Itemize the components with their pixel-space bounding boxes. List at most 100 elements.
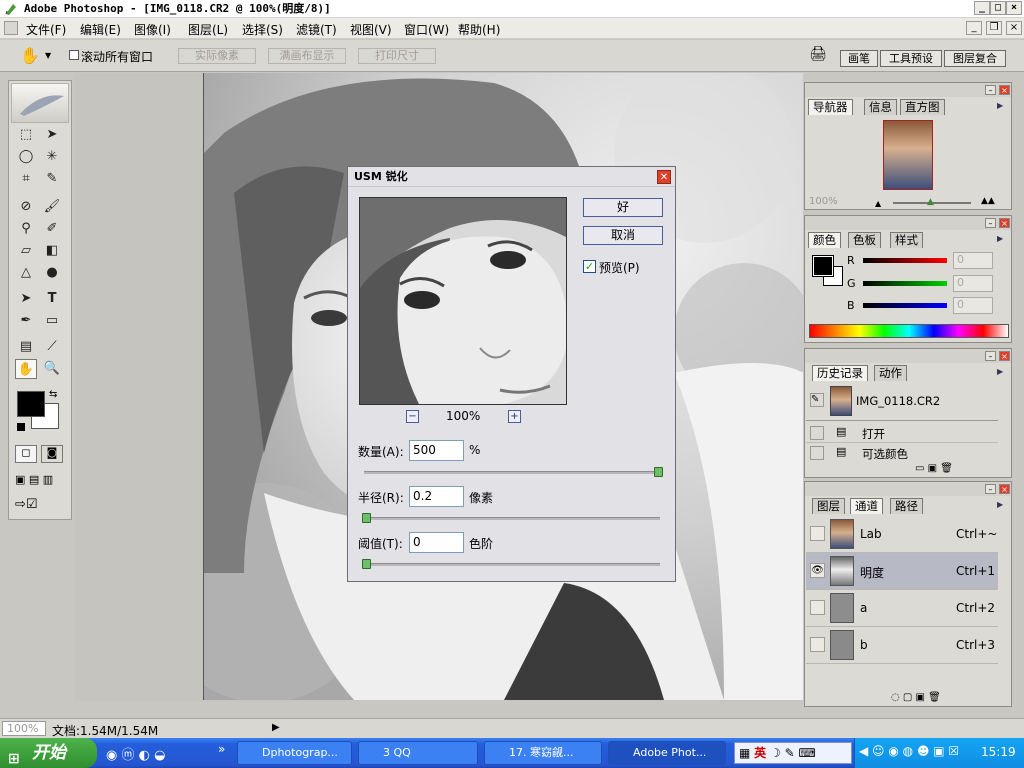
- quick-mask-mode-icon[interactable]: ◙: [41, 445, 63, 463]
- color-spectrum-bar[interactable]: [809, 324, 1009, 338]
- eraser-tool-icon[interactable]: ▱: [15, 241, 37, 261]
- r-value-field[interactable]: 0: [953, 252, 993, 269]
- menu-filter[interactable]: 滤镜(T): [296, 21, 337, 38]
- status-menu-arrow-icon[interactable]: ▶: [272, 722, 280, 733]
- marquee-tool-icon[interactable]: ⬚: [15, 125, 37, 145]
- amount-input[interactable]: 500: [409, 440, 464, 461]
- screen-mode-icons[interactable]: ▣ ▤ ▥: [15, 473, 65, 489]
- healing-brush-tool-icon[interactable]: ⊘: [15, 197, 37, 217]
- doc-restore-button[interactable]: ❐: [986, 21, 1002, 35]
- eyedropper-tool-icon[interactable]: ⟋: [41, 337, 63, 357]
- dodge-tool-icon[interactable]: ●: [41, 263, 63, 283]
- radius-input[interactable]: 0.2: [409, 486, 464, 507]
- tab-channels[interactable]: 通道: [850, 498, 883, 514]
- preview-checkbox[interactable]: ✓: [583, 260, 596, 273]
- channels-menu-icon[interactable]: ▶: [997, 500, 1007, 510]
- history-step-row[interactable]: ▤ 可选颜色: [806, 444, 998, 462]
- taskbar-button-qq[interactable]: 3 QQ: [358, 741, 478, 765]
- tab-paths[interactable]: 路径: [890, 498, 923, 514]
- history-close-icon[interactable]: ×: [999, 351, 1010, 361]
- document-icon[interactable]: [4, 21, 18, 35]
- menu-help[interactable]: 帮助(H): [458, 21, 500, 38]
- channels-footer-icons[interactable]: ◌ ▢ ▣ 🗑: [891, 692, 941, 703]
- history-step-checkbox[interactable]: [810, 426, 824, 440]
- status-zoom-field[interactable]: 100%: [2, 721, 46, 736]
- palette-well-icon[interactable]: 🖨: [806, 46, 830, 68]
- channels-close-icon[interactable]: ×: [999, 484, 1010, 494]
- jump-to-imageready-icon[interactable]: ⇨☑: [15, 497, 65, 515]
- navigator-zoom-thumb[interactable]: ▲: [927, 197, 934, 207]
- menu-edit[interactable]: 编辑(E): [80, 21, 121, 38]
- threshold-slider-track[interactable]: [364, 563, 660, 566]
- b-value-field[interactable]: 0: [953, 297, 993, 314]
- maximize-button[interactable]: □: [990, 1, 1006, 15]
- filter-preview[interactable]: [359, 197, 567, 405]
- close-button[interactable]: ×: [1006, 1, 1022, 15]
- taskbar-button-dphotograp[interactable]: Dphotograp...: [237, 741, 352, 765]
- tab-info[interactable]: 信息: [864, 99, 897, 115]
- actual-pixels-button[interactable]: 实际像素: [178, 48, 256, 64]
- history-brush-tool-icon[interactable]: ✐: [41, 219, 63, 239]
- history-snapshot-row[interactable]: ✎ IMG_0118.CR2: [806, 383, 998, 421]
- menu-window[interactable]: 窗口(W): [404, 21, 449, 38]
- type-tool-icon[interactable]: T: [41, 289, 63, 309]
- tab-color[interactable]: 颜色: [808, 232, 841, 248]
- visibility-toggle[interactable]: [810, 526, 825, 541]
- path-selection-tool-icon[interactable]: ➤: [15, 289, 37, 309]
- shape-tool-icon[interactable]: ▭: [41, 311, 63, 331]
- lasso-tool-icon[interactable]: ◯: [15, 147, 37, 167]
- brush-tool-icon[interactable]: 🖌: [41, 197, 63, 217]
- tab-history[interactable]: 历史记录: [812, 365, 868, 381]
- radius-slider-track[interactable]: [364, 517, 660, 520]
- navigator-close-icon[interactable]: ×: [999, 85, 1010, 95]
- zoom-in-button[interactable]: +: [508, 410, 521, 423]
- ok-button[interactable]: 好: [583, 198, 663, 217]
- tab-actions[interactable]: 动作: [874, 365, 907, 381]
- color-close-icon[interactable]: ×: [999, 218, 1010, 228]
- tab-layers[interactable]: 图层: [812, 498, 845, 514]
- color-foreground-swatch[interactable]: [812, 255, 834, 277]
- navigator-zoom-in-icon[interactable]: ▲▲: [981, 196, 995, 206]
- tool-preset-dropdown-icon[interactable]: ▼: [45, 51, 51, 60]
- palette-layer-comps-tab[interactable]: 图层复合: [944, 50, 1006, 67]
- history-brush-source-icon[interactable]: ✎: [810, 393, 824, 407]
- foreground-color-swatch[interactable]: [17, 391, 45, 417]
- visibility-toggle[interactable]: [810, 600, 825, 615]
- clone-stamp-tool-icon[interactable]: ⚲: [15, 219, 37, 239]
- menu-view[interactable]: 视图(V): [350, 21, 392, 38]
- tab-swatches[interactable]: 色板: [848, 232, 881, 248]
- tray-icons[interactable]: ◀ ☺ ◉ ◍ ☻ ▣ ☒: [859, 744, 959, 758]
- print-size-button[interactable]: 打印尺寸: [358, 48, 436, 64]
- default-colors-icon[interactable]: [17, 423, 25, 431]
- channel-row-lab[interactable]: Lab Ctrl+~: [806, 516, 998, 553]
- taskbar-button-folder[interactable]: 17. 寒窈觎...: [484, 741, 602, 765]
- history-footer-icons[interactable]: ▭ ▣ 🗑: [915, 463, 953, 474]
- visibility-toggle[interactable]: [810, 637, 825, 652]
- dialog-close-button[interactable]: ✕: [657, 170, 671, 184]
- tab-styles[interactable]: 样式: [890, 232, 923, 248]
- quick-launch-more-icon[interactable]: »: [218, 742, 225, 756]
- navigator-minimize-icon[interactable]: –: [985, 85, 996, 95]
- radius-slider-thumb[interactable]: [362, 513, 371, 523]
- standard-mode-icon[interactable]: ◻: [15, 445, 37, 463]
- zoom-tool-icon[interactable]: 🔍: [41, 359, 63, 379]
- swap-colors-icon[interactable]: ⇆: [49, 389, 57, 400]
- hand-tool-icon[interactable]: ✋: [20, 46, 40, 65]
- b-slider[interactable]: [863, 303, 947, 308]
- crop-tool-icon[interactable]: ⌗: [15, 169, 37, 189]
- scroll-all-windows-checkbox[interactable]: [69, 50, 79, 60]
- threshold-slider-thumb[interactable]: [362, 559, 371, 569]
- fit-on-screen-button[interactable]: 满画布显示: [268, 48, 346, 64]
- threshold-input[interactable]: 0: [409, 532, 464, 553]
- notes-tool-icon[interactable]: ▤: [15, 337, 37, 357]
- ime-bar[interactable]: ▦ 英 ☽ ✎ ⌨: [734, 742, 852, 764]
- hand-tool-button-icon[interactable]: ✋: [15, 359, 37, 379]
- channel-row-a[interactable]: a Ctrl+2: [806, 590, 998, 627]
- navigator-zoom[interactable]: 100%: [809, 196, 838, 207]
- menu-layer[interactable]: 图层(L): [188, 21, 228, 38]
- menu-image[interactable]: 图像(I): [134, 21, 171, 38]
- minimize-button[interactable]: _: [974, 1, 990, 15]
- g-slider[interactable]: [863, 281, 947, 286]
- g-value-field[interactable]: 0: [953, 275, 993, 292]
- pen-tool-icon[interactable]: ✒: [15, 311, 37, 331]
